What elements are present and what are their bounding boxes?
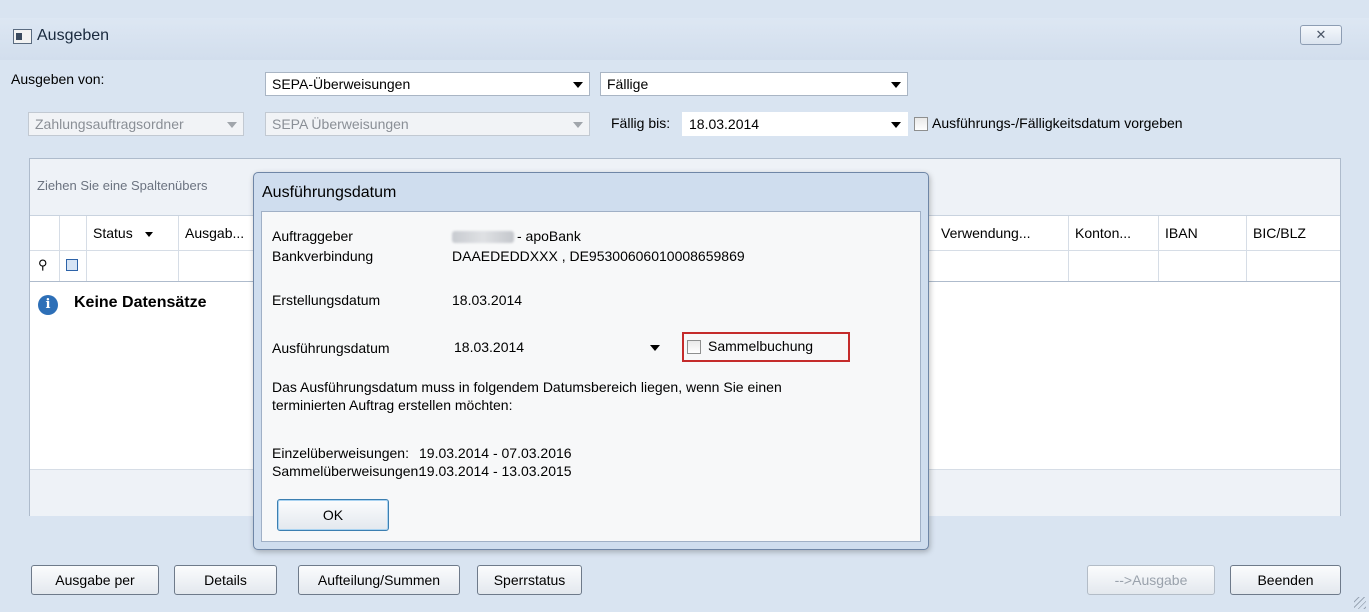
ok-button[interactable]: OK bbox=[277, 499, 389, 531]
filter-pin-cell[interactable]: ⚲ bbox=[30, 251, 60, 281]
ausfuehrungsdatum-dialog: Ausführungsdatum Auftraggeber - apoBank … bbox=[253, 172, 929, 550]
faellig-bis-label: Fällig bis: bbox=[611, 115, 671, 131]
sort-arrow-icon bbox=[144, 231, 153, 237]
column-header-verwendung[interactable]: Verwendung... bbox=[935, 216, 1069, 250]
main-window: Ausgeben ✕ Ausgeben von: SEPA-Überweisun… bbox=[0, 0, 1369, 612]
close-button[interactable]: ✕ bbox=[1300, 25, 1342, 45]
ausgabe-button: -->Ausgabe bbox=[1087, 565, 1215, 595]
dialog-title: Ausführungsdatum bbox=[262, 184, 397, 201]
bankverbindung-value: DAAEDEDDXXX , DE95300606010008659869 bbox=[452, 248, 745, 264]
filter-cell[interactable] bbox=[1069, 251, 1159, 281]
filter-editor-icon bbox=[66, 259, 78, 271]
column-header-ausgabe[interactable]: Ausgab... bbox=[179, 216, 259, 250]
info-line-1: Das Ausführungsdatum muss in folgendem D… bbox=[272, 379, 782, 395]
sammelbuchung-checkbox[interactable] bbox=[687, 340, 701, 354]
sammel-range: 19.03.2014 - 13.03.2015 bbox=[419, 463, 572, 479]
dialog-body: Auftraggeber - apoBank Bankverbindung DA… bbox=[261, 211, 921, 542]
column-header-status[interactable]: Status bbox=[87, 216, 179, 250]
vorgeben-label: Ausführungs-/Fälligkeitsdatum vorgeben bbox=[932, 115, 1183, 131]
status-select[interactable]: Fällige bbox=[600, 72, 908, 96]
erstellungsdatum-value: 18.03.2014 bbox=[452, 292, 523, 308]
filter-cell[interactable] bbox=[935, 251, 1069, 281]
ausfuehrungsdatum-label: Ausführungsdatum bbox=[272, 340, 390, 356]
auftragsordner-value: Zahlungsauftragsordner bbox=[35, 116, 184, 132]
ausfuehrungsdatum-picker[interactable]: 18.03.2014 bbox=[447, 335, 667, 359]
sepa-disabled-value: SEPA Überweisungen bbox=[272, 116, 409, 132]
faellig-bis-value: 18.03.2014 bbox=[689, 116, 760, 132]
redacted-name bbox=[452, 231, 514, 243]
details-button[interactable]: Details bbox=[174, 565, 277, 595]
sammel-label: Sammelüberweisungen: bbox=[272, 463, 423, 479]
column-header-konto[interactable]: Konton... bbox=[1069, 216, 1159, 250]
chevron-down-icon bbox=[650, 345, 660, 351]
info-line-2: terminierten Auftrag erstellen möchten: bbox=[272, 397, 513, 413]
type-select[interactable]: SEPA-Überweisungen bbox=[265, 72, 590, 96]
empty-message: Keine Datensätze bbox=[74, 294, 207, 311]
erstellungsdatum-label: Erstellungsdatum bbox=[272, 292, 381, 308]
header-spacer bbox=[30, 216, 60, 250]
title-bar bbox=[0, 18, 1369, 60]
ausfuehrungsdatum-value: 18.03.2014 bbox=[454, 339, 525, 355]
vorgeben-checkbox[interactable] bbox=[914, 117, 928, 131]
filter-cell[interactable] bbox=[1159, 251, 1247, 281]
chevron-down-icon bbox=[573, 122, 583, 128]
sperrstatus-button[interactable]: Sperrstatus bbox=[477, 565, 582, 595]
info-icon: i bbox=[38, 295, 58, 315]
chevron-down-icon bbox=[227, 122, 237, 128]
filter-cell[interactable] bbox=[179, 251, 259, 281]
einzel-label: Einzelüberweisungen: bbox=[272, 445, 409, 461]
auftraggeber-label: Auftraggeber bbox=[272, 228, 353, 244]
einzel-range: 19.03.2014 - 07.03.2016 bbox=[419, 445, 572, 461]
column-header-bic[interactable]: BIC/BLZ bbox=[1247, 216, 1340, 250]
sammelbuchung-label: Sammelbuchung bbox=[708, 338, 814, 354]
chevron-down-icon bbox=[573, 82, 583, 88]
aufteilung-summen-button[interactable]: Aufteilung/Summen bbox=[298, 565, 460, 595]
filter-cell[interactable] bbox=[1247, 251, 1340, 281]
beenden-button[interactable]: Beenden bbox=[1230, 565, 1341, 595]
faellig-bis-date[interactable]: 18.03.2014 bbox=[682, 112, 908, 136]
bankverbindung-label: Bankverbindung bbox=[272, 248, 374, 264]
chevron-down-icon bbox=[891, 122, 901, 128]
resize-grip-icon[interactable] bbox=[1354, 597, 1366, 609]
header-spacer-2 bbox=[60, 216, 87, 250]
column-header-label: Status bbox=[93, 225, 133, 241]
filter-cell[interactable] bbox=[87, 251, 179, 281]
auftragsordner-select: Zahlungsauftragsordner bbox=[28, 112, 244, 136]
window-title: Ausgeben bbox=[37, 27, 110, 44]
type-select-value: SEPA-Überweisungen bbox=[272, 76, 411, 92]
column-header-iban[interactable]: IBAN bbox=[1159, 216, 1247, 250]
sepa-disabled-select: SEPA Überweisungen bbox=[265, 112, 590, 136]
status-select-value: Fällige bbox=[607, 76, 649, 92]
chevron-down-icon bbox=[891, 82, 901, 88]
auftraggeber-value: - apoBank bbox=[517, 228, 581, 244]
window-icon bbox=[13, 29, 32, 44]
ausgabe-per-button[interactable]: Ausgabe per bbox=[31, 565, 159, 595]
group-hint: Ziehen Sie eine Spaltenübers bbox=[37, 178, 208, 193]
ausgeben-von-label: Ausgeben von: bbox=[11, 71, 105, 87]
pin-icon: ⚲ bbox=[38, 257, 48, 272]
filter-editor-cell[interactable] bbox=[60, 251, 87, 281]
